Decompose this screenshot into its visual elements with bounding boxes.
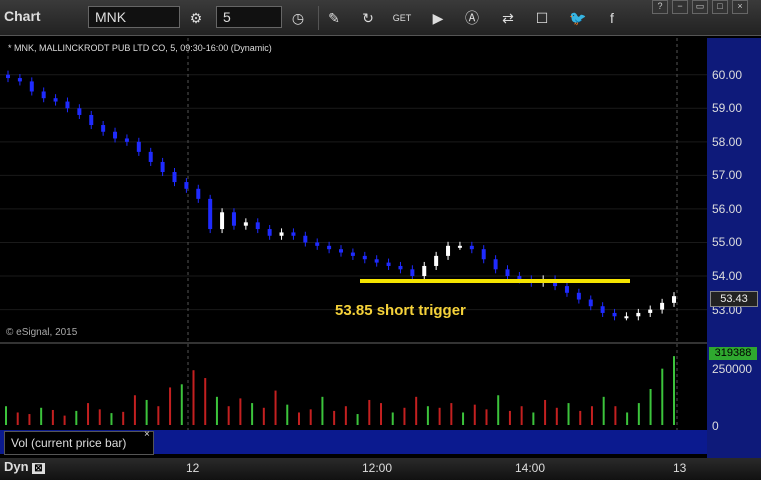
candle-body [208, 198, 213, 230]
candle-body [196, 188, 201, 199]
pin-button[interactable]: ? [652, 0, 668, 14]
candle-body [303, 235, 308, 243]
get-icon[interactable]: GET [392, 8, 412, 28]
candle-body [481, 249, 486, 260]
chart-header: * MNK, MALLINCKRODT PUB LTD CO, 5, 09:30… [8, 43, 272, 53]
twitter-icon[interactable]: 🐦 [568, 8, 588, 28]
volume-axis-0: 0 [712, 419, 719, 433]
candle-body [279, 232, 284, 236]
candle-body [469, 245, 474, 250]
price-axis-label: 57.00 [712, 168, 743, 183]
candle-body [267, 229, 272, 236]
candle-body [660, 302, 665, 310]
maximize-button[interactable]: □ [712, 0, 728, 14]
candle-body [6, 74, 10, 79]
refresh-icon[interactable]: ↻ [358, 8, 378, 28]
history-icon[interactable]: ◷ [288, 8, 308, 28]
last-price-badge: 53.43 [710, 291, 758, 307]
candle-body [362, 255, 367, 260]
candle-body [220, 212, 225, 230]
candle-body [65, 101, 70, 109]
candle-body [457, 245, 462, 248]
volume-study-label[interactable]: Vol (current price bar) [4, 431, 154, 455]
candle-body [315, 242, 320, 246]
candle-body [446, 245, 451, 256]
candle-body [17, 78, 22, 82]
candle-body [77, 108, 82, 115]
candle-body [160, 161, 165, 173]
candle-body [339, 249, 343, 253]
candle-body [101, 125, 106, 132]
candle-body [517, 276, 522, 280]
time-label-12: 12 [186, 461, 200, 475]
candle-body [648, 309, 653, 313]
symbol-input[interactable]: MNK [88, 6, 180, 28]
candle-body [588, 299, 593, 307]
time-label-13: 13 [673, 461, 687, 475]
price-axis-label: 56.00 [712, 201, 743, 216]
candle-body [505, 269, 510, 277]
dyn-button[interactable]: Dyn ⊠ [4, 459, 45, 474]
link-icon[interactable]: ⇄ [498, 8, 518, 28]
candle-body [564, 286, 569, 293]
separator [318, 6, 319, 30]
candle-body [374, 259, 379, 263]
price-axis-label: 58.00 [712, 134, 743, 149]
settings-icon[interactable]: ⚙ [186, 8, 206, 28]
price-axis-label: 55.00 [712, 235, 743, 250]
facebook-icon[interactable]: f [602, 8, 622, 28]
candle-body [172, 172, 177, 183]
candle-body [41, 91, 46, 99]
candle-body [398, 265, 403, 270]
candle-body [184, 182, 189, 189]
minimize-button[interactable]: − [672, 0, 688, 14]
volume-value-badge: 319388 [709, 347, 757, 360]
trigger-annotation: 53.85 short trigger [335, 302, 466, 319]
play-icon[interactable]: ▶ [428, 8, 448, 28]
candle-body [231, 212, 236, 226]
draw-icon[interactable]: ✎ [324, 8, 344, 28]
candle-body [624, 316, 629, 319]
candle-body [350, 252, 355, 256]
lock-icon: ⊠ [32, 463, 45, 474]
toolbar: Chart MNK ⚙ 5 ◷ ✎ ↻ GET ▶ Ⓐ ⇄ ☐ 🐦 f ? − … [0, 0, 761, 36]
candle-body [600, 306, 605, 313]
candle-body [434, 255, 439, 266]
candle-body [148, 151, 153, 162]
candle-body [386, 262, 391, 266]
candle-body [636, 312, 641, 317]
alert-icon[interactable]: Ⓐ [462, 8, 482, 28]
price-axis-label: 60.00 [712, 67, 743, 82]
candle-body [243, 222, 248, 226]
candle-body [113, 131, 118, 139]
candle-body [255, 222, 260, 230]
close-button[interactable]: × [732, 0, 748, 14]
interval-input[interactable]: 5 [216, 6, 282, 28]
price-chart[interactable] [0, 38, 707, 443]
candle-body [124, 138, 129, 142]
candle-body [29, 81, 34, 92]
candle-body [576, 292, 581, 300]
price-axis-label: 54.00 [712, 269, 743, 284]
price-axis-label: 59.00 [712, 101, 743, 116]
chart-title: Chart [4, 8, 41, 24]
candle-body [89, 114, 94, 126]
candle-body [672, 296, 676, 303]
volume-axis-250000: 250000 [712, 362, 753, 376]
candle-body [291, 232, 296, 236]
chat-icon[interactable]: ☐ [532, 8, 552, 28]
candle-body [53, 98, 58, 102]
candle-body [410, 269, 415, 277]
candle-body [493, 259, 498, 270]
candle-body [327, 245, 332, 250]
candle-body [612, 312, 617, 317]
copyright-text: © eSignal, 2015 [6, 327, 78, 338]
restore-button[interactable]: ▭ [692, 0, 708, 14]
time-label-1400: 14:00 [515, 461, 546, 475]
candle-body [136, 141, 141, 152]
time-label-1200: 12:00 [362, 461, 393, 475]
candle-body [422, 265, 427, 277]
close-study-icon[interactable]: × [144, 429, 150, 440]
